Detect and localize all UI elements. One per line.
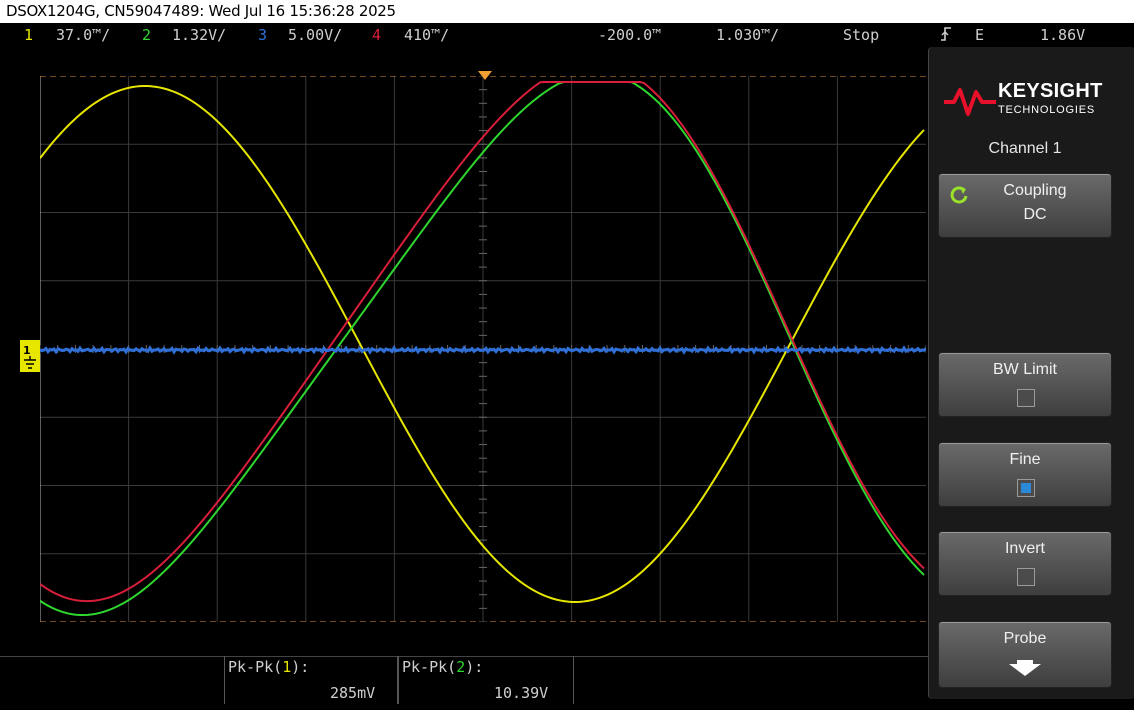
invert-label: Invert	[1004, 540, 1045, 557]
probe-label: Probe	[1003, 630, 1047, 647]
ch1-scale[interactable]: 37.0™/	[56, 26, 110, 44]
down-arrow-icon	[1009, 660, 1041, 676]
probe-button[interactable]: Probe	[938, 621, 1112, 688]
trigger-level[interactable]: 1.86V	[1040, 26, 1085, 44]
trigger-position-marker[interactable]	[478, 71, 492, 81]
coupling-button[interactable]: Coupling DC	[938, 173, 1112, 238]
fine-checkbox[interactable]	[1017, 479, 1035, 497]
fine-label: Fine	[1009, 451, 1041, 468]
time-scale[interactable]: 1.030™/	[716, 26, 779, 44]
measurement-1-label: Pk-Pk(1):	[228, 658, 310, 676]
ch4-number[interactable]: 4	[372, 26, 381, 44]
ch3-number[interactable]: 3	[258, 26, 267, 44]
keysight-logo-icon	[944, 88, 996, 116]
measurement-2-label: Pk-Pk(2):	[402, 658, 484, 676]
ch2-number[interactable]: 2	[142, 26, 151, 44]
ch3-scale[interactable]: 5.00V/	[288, 26, 342, 44]
status-bar: 1 37.0™/ 2 1.32V/ 3 5.00V/ 4 410™/ -200.…	[0, 23, 1085, 47]
run-state[interactable]: Stop	[843, 26, 879, 44]
svg-text:1: 1	[23, 344, 31, 357]
fine-button[interactable]: Fine	[938, 442, 1112, 507]
ch1-number[interactable]: 1	[24, 26, 33, 44]
bw-limit-label: BW Limit	[993, 361, 1057, 378]
coupling-label: Coupling	[1003, 182, 1067, 199]
time-delay[interactable]: -200.0™	[598, 26, 661, 44]
menu-title: Channel 1	[988, 140, 1062, 157]
brand-sub: TECHNOLOGIES	[998, 104, 1096, 116]
ch4-scale[interactable]: 410™/	[404, 26, 449, 44]
bw-limit-button[interactable]: BW Limit	[938, 352, 1112, 417]
waveform-display[interactable]	[40, 76, 926, 622]
rising-edge-icon[interactable]	[940, 26, 952, 46]
ground-marker-icon[interactable]: 1	[20, 340, 40, 372]
measurement-2-value: 10.39V	[494, 684, 549, 702]
coupling-value: DC	[1023, 206, 1047, 223]
invert-button[interactable]: Invert	[938, 531, 1112, 596]
ch1-waveform	[40, 85, 925, 603]
invert-checkbox[interactable]	[1017, 568, 1035, 586]
ch2-scale[interactable]: 1.32V/	[172, 26, 226, 44]
measurement-1-value: 285mV	[330, 684, 376, 702]
trigger-mode[interactable]: E	[975, 26, 984, 44]
bw-limit-checkbox[interactable]	[1017, 389, 1035, 407]
brand-name: KEYSIGHT	[998, 80, 1103, 102]
screenshot-caption: DSOX1204G, CN59047489: Wed Jul 16 15:36:…	[6, 2, 396, 20]
